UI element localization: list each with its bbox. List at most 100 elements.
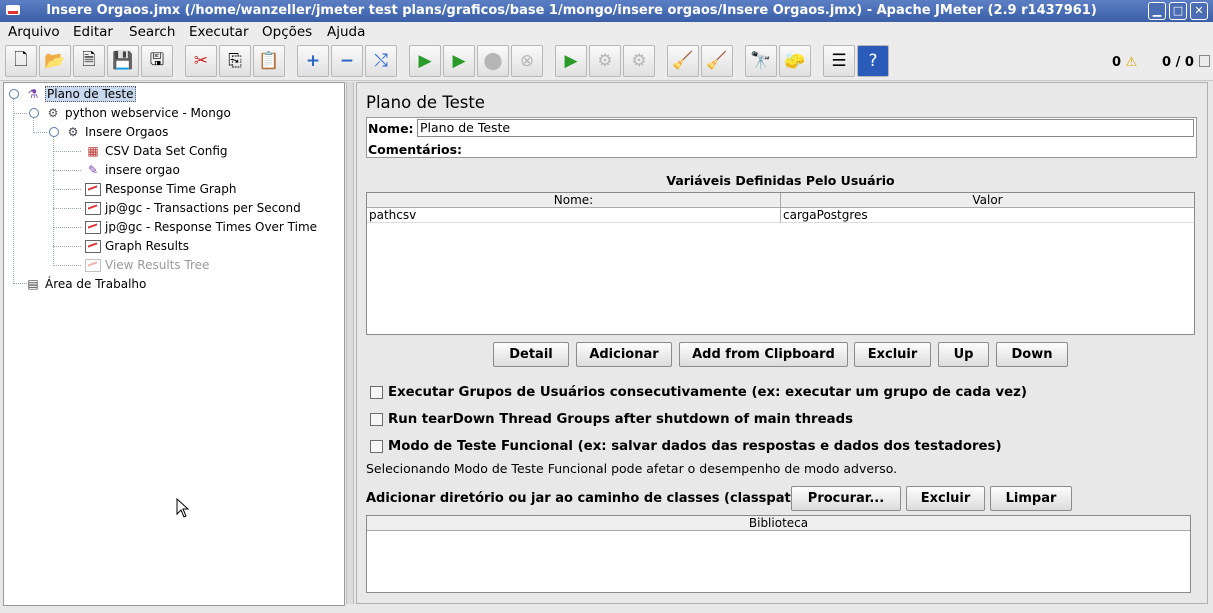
expand-icon[interactable]: +: [297, 45, 329, 77]
functional-mode-checkbox[interactable]: [370, 440, 383, 453]
add-button[interactable]: Adicionar: [576, 342, 672, 367]
menu-bar: Arquivo Editar Search Executar Opções Aj…: [0, 22, 1213, 42]
tree-item-insere-orgao[interactable]: ✎ insere orgao: [85, 161, 180, 179]
graph-icon: [85, 219, 101, 235]
help-icon[interactable]: ?: [857, 45, 889, 77]
table-cell-name[interactable]: pathcsv: [367, 208, 781, 223]
paste-icon[interactable]: 📋: [253, 45, 285, 77]
warning-count: 0 ⚠: [1112, 55, 1138, 70]
teardown-option[interactable]: Run tearDown Thread Groups after shutdow…: [370, 412, 853, 427]
tree-item-thread-group[interactable]: ⚙ python webservice - Mongo: [45, 104, 231, 122]
graph-icon: [85, 238, 101, 254]
close-file-icon[interactable]: 🗎: [73, 45, 105, 77]
teardown-checkbox[interactable]: [370, 413, 383, 426]
tree-item-response-times-over-time[interactable]: jp@gc - Response Times Over Time: [85, 218, 317, 236]
functional-mode-option[interactable]: Modo de Teste Funcional (ex: salvar dado…: [370, 439, 1002, 454]
tree-toggle-thread-group[interactable]: [29, 108, 39, 118]
tree-item-transactions-per-second[interactable]: jp@gc - Transactions per Second: [85, 199, 301, 217]
checkbox-label: Modo de Teste Funcional (ex: salvar dado…: [388, 439, 1002, 454]
tree-item-label: Insere Orgaos: [85, 125, 169, 139]
title-bar: Insere Orgaos.jmx (/home/wanzeller/jmete…: [0, 0, 1213, 22]
tree-toggle-plano[interactable]: [9, 89, 19, 99]
copy-icon[interactable]: ⎘: [219, 45, 251, 77]
detail-button[interactable]: Detail: [493, 342, 569, 367]
remote-stop-icon[interactable]: ⚙: [589, 45, 621, 77]
clear-button[interactable]: Limpar: [990, 486, 1072, 511]
collapse-icon[interactable]: −: [331, 45, 363, 77]
remote-start-icon[interactable]: ▶: [555, 45, 587, 77]
test-plan-icon: ⚗: [27, 87, 39, 101]
comments-label: Comentários:: [368, 142, 463, 157]
menu-opcoes[interactable]: Opções: [262, 24, 312, 40]
clear-all-icon[interactable]: 🧹: [701, 45, 733, 77]
name-field[interactable]: Plano de Teste: [417, 119, 1194, 137]
pane-splitter[interactable]: [346, 82, 354, 604]
stop-icon[interactable]: ⬤: [477, 45, 509, 77]
function-helper-icon[interactable]: ☰: [823, 45, 855, 77]
open-icon[interactable]: 📂: [39, 45, 71, 77]
menu-search[interactable]: Search: [129, 24, 175, 40]
minimize-button[interactable]: ▁: [1148, 2, 1166, 20]
checkbox-label: Run tearDown Thread Groups after shutdow…: [388, 412, 854, 427]
tree-item-label: python webservice - Mongo: [65, 106, 231, 120]
reset-search-icon[interactable]: 🧽: [779, 45, 811, 77]
start-no-pauses-icon[interactable]: ▶: [443, 45, 475, 77]
serialize-thread-groups-option[interactable]: Executar Grupos de Usuários consecutivam…: [370, 385, 1027, 400]
tree-item-label: Response Time Graph: [105, 182, 237, 196]
tree-item-view-results-tree[interactable]: View Results Tree: [85, 256, 209, 274]
tree-toggle-controller[interactable]: [49, 127, 59, 137]
save-icon[interactable]: 💾: [107, 45, 139, 77]
panel-title: Plano de Teste: [366, 93, 485, 112]
menu-ajuda[interactable]: Ajuda: [327, 24, 365, 40]
tree-item-graph-results[interactable]: Graph Results: [85, 237, 189, 255]
clear-icon[interactable]: 🧹: [667, 45, 699, 77]
up-button[interactable]: Up: [938, 342, 989, 367]
tree-item-response-time-graph[interactable]: Response Time Graph: [85, 180, 236, 198]
tree-item-plano-de-teste[interactable]: ⚗ Plano de Teste: [25, 85, 136, 103]
graph-icon: [85, 200, 101, 216]
menu-editar[interactable]: Editar: [73, 24, 113, 40]
delete-button[interactable]: Excluir: [854, 342, 931, 367]
search-icon[interactable]: 🔭: [745, 45, 777, 77]
test-tree-pane[interactable]: ⚗ Plano de Teste ⚙ python webservice - M…: [3, 82, 345, 606]
tree-item-area-de-trabalho[interactable]: ▤ Área de Trabalho: [25, 275, 146, 293]
column-header-name[interactable]: Nome:: [367, 193, 781, 208]
add-from-clipboard-button[interactable]: Add from Clipboard: [679, 342, 848, 367]
tree-item-csv-data-set[interactable]: ▦ CSV Data Set Config: [85, 142, 228, 160]
browse-button[interactable]: Procurar...: [791, 486, 901, 511]
table-cell-value[interactable]: cargaPostgres: [781, 208, 1194, 223]
window-title: Insere Orgaos.jmx (/home/wanzeller/jmete…: [46, 3, 1097, 18]
toolbar: 🗋 📂 🗎 💾 🖫 ✂ ⎘ 📋 + − ⤭ ▶ ▶ ⬤ ⊗ ▶ ⚙ ⚙ 🧹 🧹 …: [0, 42, 1213, 81]
maximize-button[interactable]: □: [1169, 2, 1187, 20]
library-table[interactable]: Biblioteca: [366, 515, 1191, 593]
tree-item-label: jp@gc - Transactions per Second: [105, 201, 301, 215]
start-icon[interactable]: ▶: [409, 45, 441, 77]
close-button[interactable]: ✕: [1190, 2, 1208, 20]
shutdown-icon[interactable]: ⊗: [511, 45, 543, 77]
menu-arquivo[interactable]: Arquivo: [8, 24, 60, 40]
toggle-icon[interactable]: ⤭: [365, 45, 397, 77]
classpath-label: Adicionar diretório ou jar ao caminho de…: [366, 491, 806, 506]
down-button[interactable]: Down: [996, 342, 1068, 367]
new-icon[interactable]: 🗋: [5, 45, 37, 77]
serialize-thread-groups-checkbox[interactable]: [370, 386, 383, 399]
column-header-value[interactable]: Valor: [781, 193, 1194, 208]
tree-item-label: CSV Data Set Config: [105, 144, 228, 158]
classpath-delete-button[interactable]: Excluir: [906, 486, 985, 511]
mouse-cursor-icon: [176, 498, 190, 518]
tree-item-label: Plano de Teste: [45, 86, 136, 102]
column-header-library[interactable]: Biblioteca: [367, 516, 1190, 531]
name-label: Nome:: [368, 121, 414, 136]
save-as-icon[interactable]: 🖫: [141, 45, 173, 77]
workbench-icon: ▤: [27, 277, 39, 291]
controller-icon: ⚙: [67, 125, 79, 139]
comments-field[interactable]: [463, 139, 1194, 155]
menu-executar[interactable]: Executar: [189, 24, 249, 40]
tree-item-insere-orgaos[interactable]: ⚙ Insere Orgaos: [65, 123, 169, 141]
checkbox-label: Executar Grupos de Usuários consecutivam…: [388, 385, 1027, 400]
user-vars-table[interactable]: Nome: Valor pathcsv cargaPostgres: [366, 192, 1195, 335]
remote-shutdown-icon[interactable]: ⚙: [623, 45, 655, 77]
tree-item-label: View Results Tree: [105, 258, 210, 272]
cut-icon[interactable]: ✂: [185, 45, 217, 77]
tree-item-label: jp@gc - Response Times Over Time: [105, 220, 318, 234]
